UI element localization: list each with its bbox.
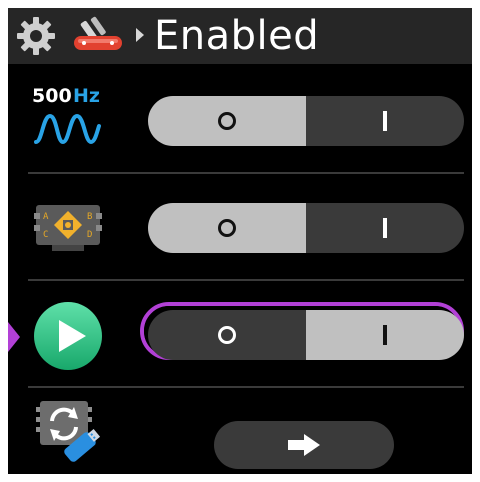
button-mapping-icon: A C B D [30,193,106,269]
divider [28,386,464,388]
on-symbol-icon [383,218,387,238]
toggle-on-segment[interactable] [306,310,464,360]
setting-row-button-mapping: A C B D [8,175,472,281]
toggle-play[interactable] [148,310,464,360]
toggle-off-segment[interactable] [148,96,306,146]
header-bar: Enabled [8,8,472,64]
svg-text:B: B [87,212,92,222]
divider [28,279,464,281]
settings-screen: Enabled 500 Hz A C B D [8,8,472,474]
off-symbol-icon [218,326,236,344]
svg-text:D: D [87,230,92,240]
svg-text:C: C [43,230,48,240]
toggle-on-segment[interactable] [306,203,464,253]
on-symbol-icon [383,325,387,345]
toggle-500hz[interactable] [148,96,464,146]
frequency-500hz-icon: 500 Hz [30,80,106,156]
setting-row-500hz: 500 Hz [8,68,472,174]
gear-icon[interactable] [16,16,56,56]
arrow-right-icon [288,434,320,456]
usb-update-icon [30,393,106,469]
page-title: Enabled [154,13,320,59]
toggle-off-segment[interactable] [148,310,306,360]
svg-text:Hz: Hz [73,85,100,107]
tool-icon[interactable] [68,14,128,58]
run-update-button[interactable] [214,421,394,469]
on-symbol-icon [383,111,387,131]
toggle-off-segment[interactable] [148,203,306,253]
breadcrumb-arrow-icon [136,28,144,42]
off-symbol-icon [218,112,236,130]
off-symbol-icon [218,219,236,237]
setting-row-usb-update [8,389,472,474]
play-icon [30,298,106,374]
toggle-button-mapping[interactable] [148,203,464,253]
divider [28,172,464,174]
svg-text:A: A [43,212,49,222]
setting-row-play [8,282,472,388]
selection-marker-icon [8,322,20,352]
svg-text:500: 500 [32,85,72,107]
toggle-on-segment[interactable] [306,96,464,146]
